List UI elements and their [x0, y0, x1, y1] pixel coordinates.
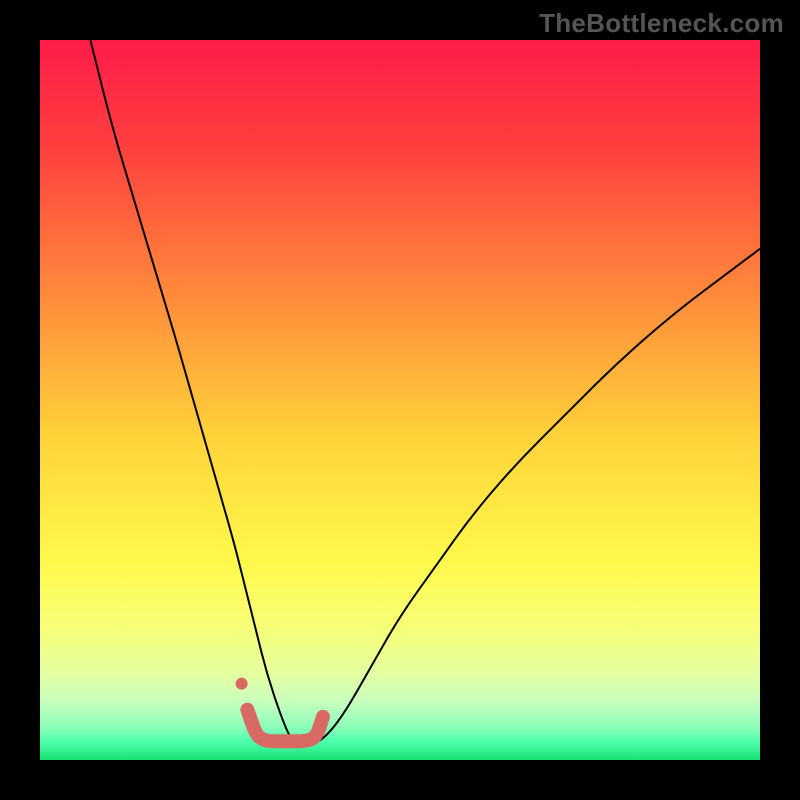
chart-frame: TheBottleneck.com — [0, 0, 800, 800]
curves-layer — [40, 40, 760, 760]
watermark-text: TheBottleneck.com — [539, 8, 784, 39]
plot-area — [40, 40, 760, 760]
marker-dot — [236, 678, 248, 690]
bottleneck-curve — [90, 40, 760, 744]
